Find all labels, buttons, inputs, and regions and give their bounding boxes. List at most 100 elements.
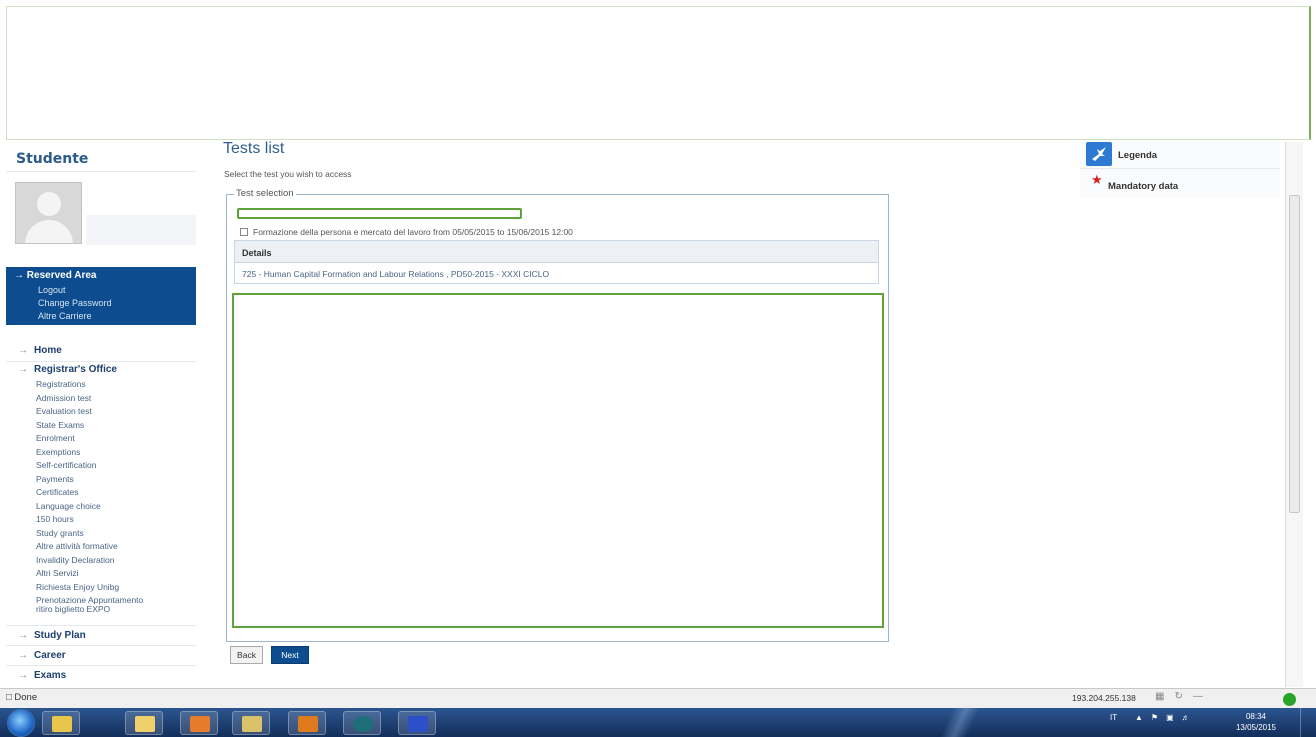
highlight-box-large xyxy=(232,293,884,628)
divider xyxy=(6,665,196,666)
details-header-label: Details xyxy=(242,248,272,258)
menu-item-label: Study Plan xyxy=(34,630,86,641)
back-button[interactable]: Back xyxy=(230,646,263,664)
arrow-right-icon: → xyxy=(18,630,28,641)
refresh-icon: ↻ xyxy=(1174,691,1193,702)
menu-item-label: Home xyxy=(34,345,62,356)
taskbar: IT ▲⚑▣♬ 08:34 13/05/2015 xyxy=(0,708,1316,737)
language-indicator[interactable]: IT xyxy=(1110,713,1117,722)
submenu-self-certification[interactable]: Self-certification xyxy=(36,461,96,470)
submenu-evaluation-test[interactable]: Evaluation test xyxy=(36,407,92,416)
page-title: Tests list xyxy=(223,140,285,157)
highlight-box-small xyxy=(237,208,522,219)
scrollbar-thumb[interactable] xyxy=(1289,195,1300,513)
media-icon xyxy=(190,716,210,732)
details-header: Details xyxy=(235,241,878,263)
details-row: 725 - Human Capital Formation and Labour… xyxy=(242,269,550,279)
reserved-area: → Reserved Area Logout Change Password A… xyxy=(6,267,196,325)
submenu-exemptions[interactable]: Exemptions xyxy=(36,447,80,457)
menu-item-study-plan[interactable]: → Study Plan xyxy=(18,630,86,641)
taskbar-app-5[interactable] xyxy=(288,711,326,735)
avatar-head xyxy=(37,192,61,216)
taskbar-app-2[interactable] xyxy=(125,711,163,735)
legend-panel: Legenda ★ Mandatory data xyxy=(1080,140,1280,198)
submenu-altri-servizi[interactable]: Altri Servizi xyxy=(36,569,79,578)
reserved-area-label: Reserved Area xyxy=(26,270,97,281)
taskbar-app-3[interactable] xyxy=(180,711,218,735)
submenu-registrations[interactable]: Registrations xyxy=(36,380,86,389)
menu-item-exams[interactable]: → Exams xyxy=(18,670,66,681)
divider xyxy=(6,645,196,646)
arrow-right-icon: → xyxy=(14,270,27,281)
sidebar-title: Studente xyxy=(16,151,89,167)
start-button[interactable] xyxy=(7,709,35,737)
status-text: □ Done xyxy=(6,692,37,703)
submenu-enrolment[interactable]: Enrolment xyxy=(36,434,75,443)
tray-icons[interactable]: ▲⚑▣♬ xyxy=(1135,713,1198,722)
submenu-150-hours[interactable]: 150 hours xyxy=(36,515,74,524)
app-icon xyxy=(52,716,72,732)
test-option-label: Formazione della persona e mercato del l… xyxy=(253,227,573,237)
menu-item-registrar[interactable]: → Registrar's Office xyxy=(18,364,117,375)
sidebar: Studente → Reserved Area Logout Change P… xyxy=(6,145,196,690)
taskbar-glare xyxy=(900,708,1020,737)
fieldset-legend: Test selection xyxy=(234,188,296,199)
submenu-payments[interactable]: Payments xyxy=(36,474,74,484)
divider xyxy=(6,171,196,172)
page-subtitle: Select the test you wish to access xyxy=(224,169,352,179)
menu-item-label: Exams xyxy=(34,670,67,681)
legenda-icon xyxy=(1086,142,1112,166)
status-icons: ▦↻— xyxy=(1155,691,1213,702)
status-label: Done xyxy=(14,692,38,703)
avatar xyxy=(15,182,82,244)
arrow-right-icon: → xyxy=(18,670,28,681)
mandatory-label: Mandatory data xyxy=(1108,181,1179,192)
dash-icon: — xyxy=(1192,691,1213,702)
altre-carriere-link[interactable]: Altre Carriere xyxy=(38,311,92,321)
submenu-altre-attivita[interactable]: Altre attività formative xyxy=(36,542,118,551)
star-icon: ★ xyxy=(1091,172,1103,187)
top-banner xyxy=(6,6,1311,140)
change-password-link[interactable]: Change Password xyxy=(38,298,112,308)
reserved-area-title[interactable]: → Reserved Area xyxy=(14,270,96,281)
taskbar-app-4[interactable] xyxy=(232,711,270,735)
show-desktop-button[interactable] xyxy=(1300,708,1316,737)
taskbar-app-1[interactable] xyxy=(42,711,80,735)
folder-icon xyxy=(135,716,155,732)
status-bar: □ Done 193.204.255.138 ▦↻— xyxy=(0,688,1316,708)
avatar-side-panel xyxy=(86,215,196,245)
app-icon xyxy=(242,716,262,732)
submenu-richiesta-enjoy[interactable]: Richiesta Enjoy Unibg xyxy=(36,582,119,592)
submenu-admission-test[interactable]: Admission test xyxy=(36,393,91,403)
divider xyxy=(1080,168,1280,169)
institution-icon xyxy=(408,716,428,732)
clock[interactable]: 08:34 13/05/2015 xyxy=(1234,711,1278,733)
outlook-icon xyxy=(298,716,318,732)
submenu-study-grants[interactable]: Study grants xyxy=(36,528,84,538)
arrow-right-icon: → xyxy=(18,650,28,661)
menu-item-label: Registrar's Office xyxy=(34,364,117,375)
submenu-prenotazione-line2[interactable]: ritiro biglietto EXPO xyxy=(36,605,110,614)
test-option-row[interactable]: Formazione della persona e mercato del l… xyxy=(240,227,573,237)
arrow-down-icon: → xyxy=(18,364,28,375)
menu-item-home[interactable]: → Home xyxy=(18,345,62,356)
avatar-body xyxy=(25,220,73,243)
submenu-language-choice[interactable]: Language choice xyxy=(36,501,101,511)
taskbar-app-6[interactable] xyxy=(343,711,381,735)
legenda-label: Legenda xyxy=(1118,150,1158,161)
taskbar-app-7[interactable] xyxy=(398,711,436,735)
clock-time: 08:34 xyxy=(1245,712,1267,721)
submenu-state-exams[interactable]: State Exams xyxy=(36,420,84,430)
test-option-checkbox[interactable] xyxy=(240,228,248,236)
details-table: Details 725 - Human Capital Formation an… xyxy=(234,240,879,284)
arrow-right-icon: → xyxy=(18,345,28,356)
logout-link[interactable]: Logout xyxy=(38,285,66,295)
menu-item-career[interactable]: → Career xyxy=(18,650,66,661)
network-icon: ▦ xyxy=(1155,691,1175,702)
next-button[interactable]: Next xyxy=(271,646,309,664)
page: Studente → Reserved Area Logout Change P… xyxy=(0,0,1316,737)
submenu-invalidity-declaration[interactable]: Invalidity Declaration xyxy=(36,555,114,565)
submenu-certificates[interactable]: Certificates xyxy=(36,488,79,497)
status-ip: 193.204.255.138 xyxy=(1072,693,1136,703)
divider xyxy=(6,361,196,362)
